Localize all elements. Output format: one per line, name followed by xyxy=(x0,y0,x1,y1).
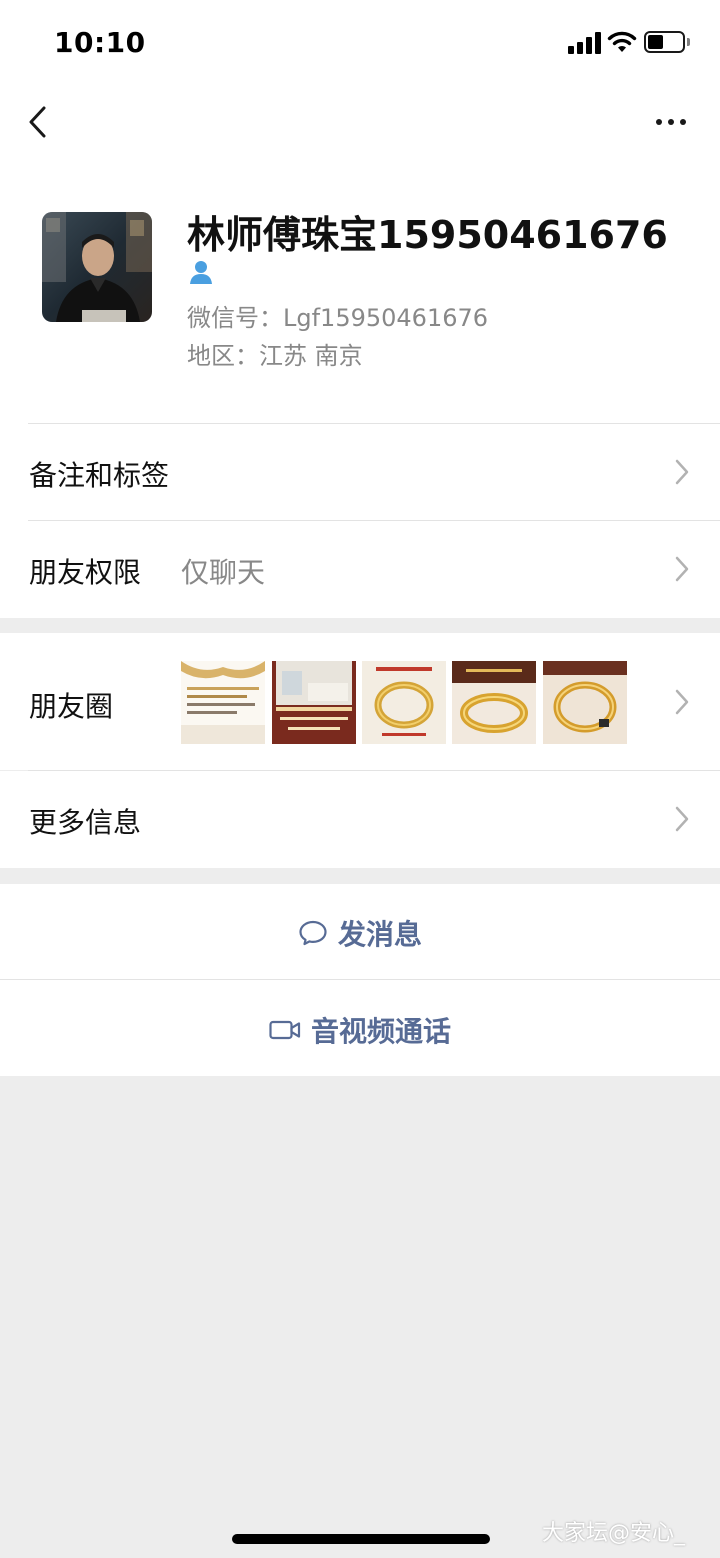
person-icon xyxy=(190,261,212,284)
wifi-icon xyxy=(607,31,637,52)
moments-thumbnail[interactable] xyxy=(362,661,446,744)
avatar[interactable] xyxy=(42,212,152,322)
home-indicator[interactable] xyxy=(232,1534,490,1544)
profile-card: 林师傅珠宝15950461676 微信号：Lgf15950461676 地区：江… xyxy=(0,190,720,390)
more-info-row[interactable]: 更多信息 xyxy=(0,771,720,868)
friend-permissions-label: 朋友权限 xyxy=(29,556,142,589)
wechat-id: 微信号：Lgf15950461676 xyxy=(187,304,489,332)
remarks-tags-label: 备注和标签 xyxy=(29,459,170,492)
nav-bar xyxy=(0,88,720,158)
remarks-tags-row[interactable]: 备注和标签 xyxy=(0,424,720,520)
moments-label: 朋友圈 xyxy=(29,690,114,723)
moments-row[interactable]: 朋友圈 xyxy=(0,633,720,770)
cellular-signal-icon xyxy=(568,32,602,54)
av-call-label: 音视频通话 xyxy=(310,1015,451,1048)
send-message-button[interactable]: 发消息 xyxy=(0,884,720,979)
friend-permissions-row[interactable]: 朋友权限 仅聊天 xyxy=(0,521,720,617)
chevron-right-icon xyxy=(675,556,689,582)
send-message-label: 发消息 xyxy=(337,918,422,951)
more-info-label: 更多信息 xyxy=(29,806,142,839)
status-time: 10:10 xyxy=(54,26,146,59)
moments-thumbnail[interactable] xyxy=(181,661,265,744)
watermark: 大家坛@安心_ xyxy=(542,1521,686,1546)
back-icon[interactable] xyxy=(24,104,54,140)
moments-thumbnail[interactable] xyxy=(272,661,356,744)
more-dots-icon[interactable] xyxy=(648,110,692,134)
battery-icon xyxy=(644,31,690,53)
friend-permissions-value: 仅聊天 xyxy=(181,556,266,589)
chevron-right-icon xyxy=(675,806,689,832)
video-camera-icon xyxy=(269,1020,301,1040)
chat-bubble-icon xyxy=(299,920,327,946)
profile-name: 林师傅珠宝15950461676 xyxy=(187,213,668,257)
av-call-button[interactable]: 音视频通话 xyxy=(0,980,720,1076)
moments-thumbnail[interactable] xyxy=(452,661,536,744)
chevron-right-icon xyxy=(675,689,689,715)
chevron-right-icon xyxy=(675,459,689,485)
status-bar: 10:10 xyxy=(0,0,720,88)
region: 地区：江苏 南京 xyxy=(187,342,363,370)
moments-thumbnail[interactable] xyxy=(543,661,627,744)
